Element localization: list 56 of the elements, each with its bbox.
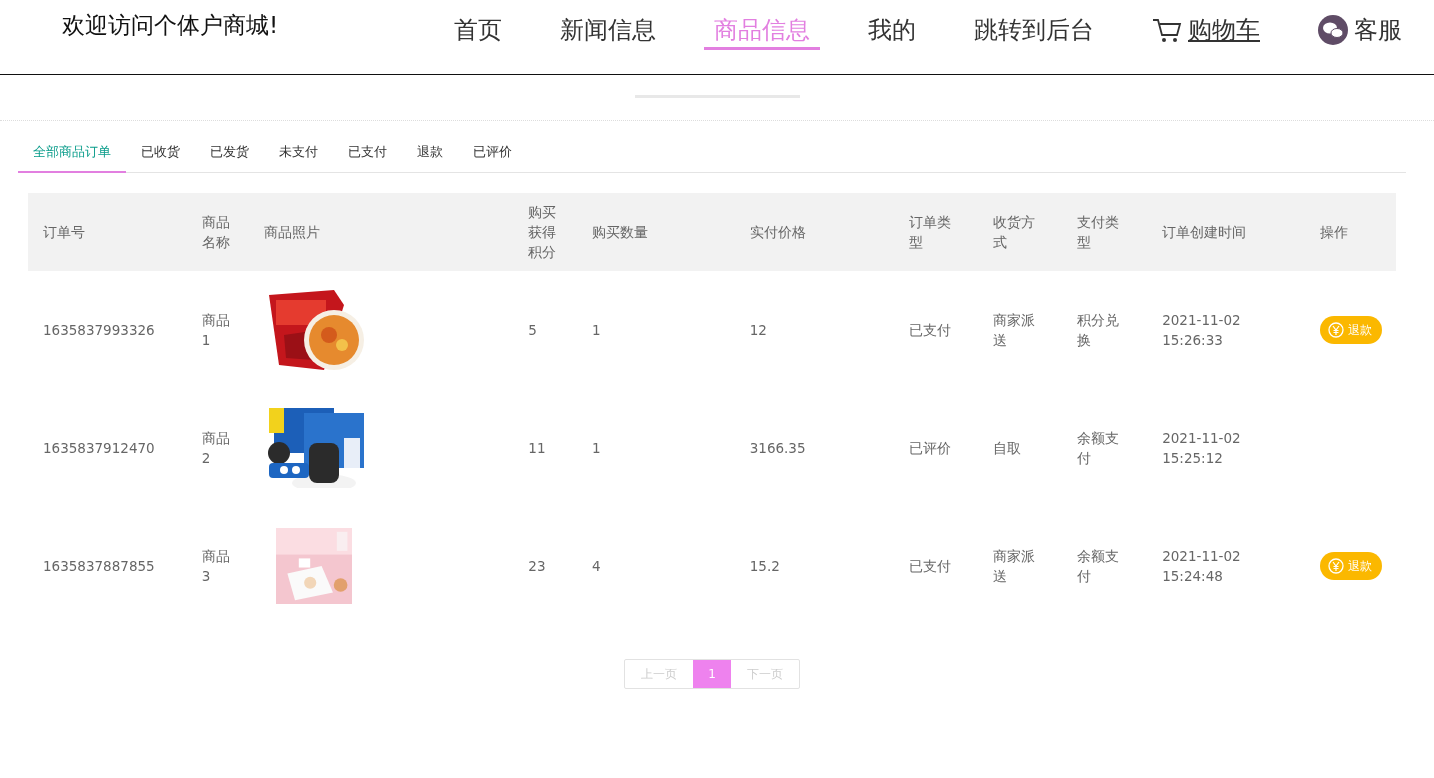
order-tab[interactable]: 退款 bbox=[402, 131, 458, 173]
table-cell-text: 15.2 bbox=[749, 557, 780, 576]
column-header: 实付价格 bbox=[749, 223, 806, 242]
table-cell-text: 12 bbox=[749, 321, 767, 340]
table-cell-text: 1635837912470 bbox=[43, 439, 155, 458]
table-cell-text: 3166.35 bbox=[749, 439, 806, 458]
table-cell-text: 2021-11-02 15:24:48 bbox=[1162, 547, 1242, 586]
table-cell-text: 商品2 bbox=[201, 429, 231, 468]
order-tab[interactable]: 未支付 bbox=[264, 131, 333, 173]
yen-icon bbox=[1327, 322, 1344, 338]
table-cell-text: 余额支付 bbox=[1077, 429, 1121, 468]
table-cell-text: 余额支付 bbox=[1077, 547, 1121, 586]
column-header: 购买数量 bbox=[592, 223, 648, 242]
table-cell-text: 23 bbox=[528, 557, 547, 576]
table-cell-text: 1 bbox=[592, 439, 601, 458]
order-tab[interactable]: 已发货 bbox=[195, 131, 264, 173]
table-cell-text: 4 bbox=[592, 557, 601, 576]
service-link[interactable]: 客服 bbox=[1308, 15, 1412, 50]
order-tab[interactable]: 已评价 bbox=[458, 131, 527, 173]
table-cell-text: 2021-11-02 15:25:12 bbox=[1162, 429, 1242, 468]
cart-icon bbox=[1152, 17, 1182, 43]
table-cell-text: 自取 bbox=[993, 439, 1023, 458]
nav-link[interactable]: 我的 bbox=[858, 15, 926, 50]
nav-link[interactable]: 首页 bbox=[444, 15, 512, 50]
table-cell-text: 5 bbox=[528, 321, 538, 340]
table-cell-text: 11 bbox=[528, 439, 547, 458]
table-cell-text: 商家派送 bbox=[993, 311, 1037, 350]
table-cell-text: 商品3 bbox=[201, 547, 231, 586]
chat-icon bbox=[1318, 15, 1348, 45]
column-header: 收货方式 bbox=[993, 213, 1037, 252]
table-cell-text: 已评价 bbox=[909, 439, 953, 458]
site-title: 欢迎访问个体户商城! bbox=[62, 11, 279, 40]
table-cell-text: 1635837993326 bbox=[43, 321, 155, 340]
column-header: 操作 bbox=[1319, 223, 1348, 242]
order-tab[interactable]: 已支付 bbox=[333, 131, 402, 173]
table-cell-text: 1635837887855 bbox=[43, 557, 155, 576]
order-tab[interactable]: 已收货 bbox=[126, 131, 195, 173]
cart-link[interactable]: 购物车 bbox=[1142, 15, 1270, 50]
yen-icon bbox=[1327, 558, 1344, 574]
table-cell-text: 商家派送 bbox=[993, 547, 1037, 586]
table-cell-text: 2021-11-02 15:26:33 bbox=[1162, 311, 1242, 350]
nav-link[interactable]: 新闻信息 bbox=[550, 15, 666, 50]
nav-link[interactable]: 跳转到后台 bbox=[964, 15, 1104, 50]
column-header: 商品照片 bbox=[264, 223, 321, 242]
column-header: 商品名称 bbox=[201, 213, 231, 252]
column-header: 订单创建时间 bbox=[1162, 223, 1247, 242]
order-tab[interactable]: 全部商品订单 bbox=[18, 131, 126, 173]
table-cell-text: 1 bbox=[592, 321, 601, 340]
column-header: 订单类型 bbox=[909, 213, 953, 252]
table-cell-text: 商品1 bbox=[201, 311, 231, 350]
column-header: 购买获得积分 bbox=[528, 203, 558, 262]
column-header: 订单号 bbox=[43, 223, 85, 242]
table-cell-text: 积分兑换 bbox=[1077, 311, 1121, 350]
table-cell-text: 已支付 bbox=[909, 557, 953, 576]
column-header: 支付类型 bbox=[1077, 213, 1121, 252]
table-cell-text: 已支付 bbox=[909, 321, 953, 340]
